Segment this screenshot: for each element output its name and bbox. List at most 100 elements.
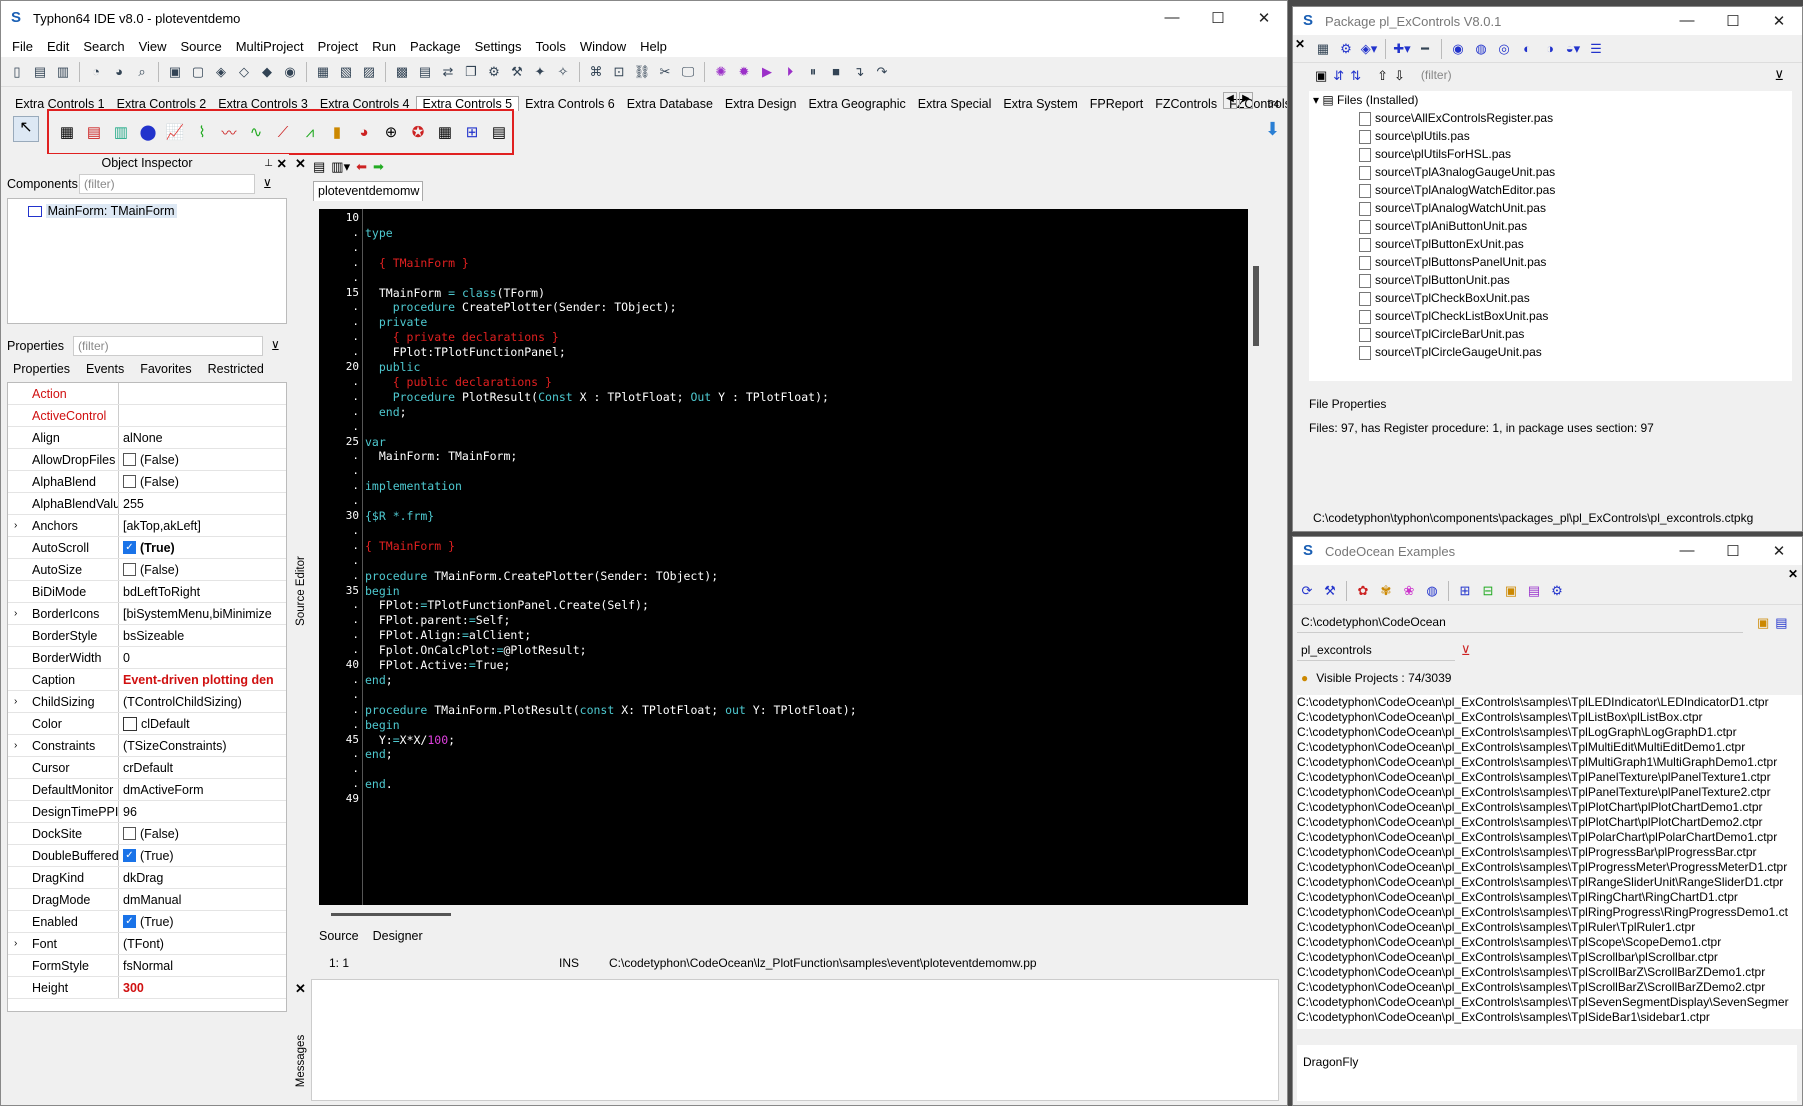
property-value[interactable]: 96 [119,805,137,819]
tab-palette[interactable]: FPReport [1084,97,1150,111]
use-icon[interactable]: ◈▾ [1359,39,1379,59]
view-forms-icon[interactable]: ▤ [415,62,435,82]
menu-tools[interactable]: Tools [529,39,573,54]
new-form-icon[interactable]: ▤ [30,62,50,82]
folder-icon[interactable]: ▣ [1501,581,1521,601]
file-item[interactable]: source\TplCheckBoxUnit.pas [1309,289,1792,307]
project-item[interactable]: C:\codetyphon\CodeOcean\pl_ExControls\sa… [1297,830,1802,845]
open-icon[interactable]: ◔ [86,62,106,82]
multi-graph-icon[interactable]: 〰 [217,120,241,144]
menu-edit[interactable]: Edit [40,39,76,54]
tab-scroll-right-button[interactable]: ▶ [1239,92,1253,109]
messages-pane[interactable] [311,979,1279,1101]
property-row[interactable]: BiDiMode bdLeftToRight [8,581,286,603]
menu-source[interactable]: Source [174,39,229,54]
monitor-icon[interactable]: 🖵 [678,62,698,82]
property-value[interactable]: (False) [119,563,179,577]
clear-filter-icon[interactable]: ⊻ [271,339,280,353]
back-arrow-icon[interactable]: ⬅ [356,159,367,175]
properties-filter-input[interactable]: (filter) [73,336,263,356]
property-value[interactable]: ✓ (True) [119,541,175,555]
project-item[interactable]: C:\codetyphon\CodeOcean\pl_ExControls\sa… [1297,875,1802,890]
forward-arrow-icon[interactable]: ➡ [373,159,384,175]
file-item[interactable]: source\TplAnalogWatchEditor.pas [1309,181,1792,199]
move-down-icon[interactable]: ⇩ [1394,68,1405,84]
property-row[interactable]: DockSite (False) [8,823,286,845]
editor-vscroll-thumb[interactable] [1253,266,1259,346]
palette-grid-icon[interactable]: ⬇ [1265,119,1280,140]
property-row[interactable]: DragMode dmManual [8,889,286,911]
graph-panel-icon[interactable]: ▥ [109,120,133,144]
link-icon[interactable]: ⛓ [632,62,652,82]
file-item[interactable]: source\TplCircleBarUnit.pas [1309,325,1792,343]
tree-item-mainform[interactable]: MainForm: TMainForm [45,204,177,218]
project-item[interactable]: C:\codetyphon\CodeOcean\pl_ExControls\sa… [1297,770,1802,785]
selection-pointer-icon[interactable]: ↖ [13,116,39,142]
property-row[interactable]: › Constraints (TSizeConstraints) [8,735,286,757]
checkbox[interactable] [123,563,136,576]
menu-view[interactable]: View [132,39,174,54]
remote-icon[interactable]: ⌘ [586,62,606,82]
sort-alpha-icon[interactable]: ⇅ [1350,68,1361,84]
property-value[interactable]: fsNormal [119,959,173,973]
property-value[interactable]: (False) [119,827,179,841]
checkbox[interactable]: ✓ [123,849,136,862]
messages-close-icon[interactable]: ✕ [295,981,306,997]
property-value[interactable]: ✓ (True) [119,915,174,929]
tab-palette[interactable]: Extra System [997,97,1083,111]
property-value[interactable]: bdLeftToRight [119,585,200,599]
property-row[interactable]: › Anchors [akTop,akLeft] [8,515,286,537]
expand-icon[interactable]: › [14,938,17,949]
pie-chart-icon[interactable]: ◕ [352,120,376,144]
move-up-icon[interactable]: ⇧ [1377,68,1388,84]
editor-hscroll[interactable] [331,913,451,916]
property-value[interactable]: (False) [119,453,179,467]
minimize-button[interactable]: — [1149,9,1195,27]
radar-chart-icon[interactable]: ✪ [406,120,430,144]
editor-vscroll[interactable] [1251,211,1261,891]
property-value[interactable]: [akTop,akLeft] [119,519,201,533]
project-item[interactable]: C:\codetyphon\CodeOcean\pl_ExControls\sa… [1297,725,1802,740]
compile-icon[interactable]: ⚙ [484,62,504,82]
run-params-icon[interactable]: ⏵ [780,62,800,82]
toggle-form-icon[interactable]: ⇄ [438,62,458,82]
plot-chart-icon[interactable]: ⩘ [298,120,322,144]
project-item[interactable]: C:\codetyphon\CodeOcean\pl_ExControls\sa… [1297,800,1802,815]
property-row[interactable]: Caption Event-driven plotting den [8,669,286,691]
refresh-icon[interactable]: ⟳ [1297,581,1317,601]
save-all-icon[interactable]: ▧ [336,62,356,82]
checkbox[interactable]: ✓ [123,915,136,928]
property-row[interactable]: FormStyle fsNormal [8,955,286,977]
file-item[interactable]: source\TplButtonExUnit.pas [1309,235,1792,253]
property-value[interactable]: dmManual [119,893,181,907]
close-icon[interactable]: ✕ [277,156,287,171]
menu-window[interactable]: Window [573,39,633,54]
build-icon[interactable]: ⚒ [507,62,527,82]
new-unit-icon[interactable]: ▥ [53,62,73,82]
property-row[interactable]: AllowDropFiles (False) [8,449,286,471]
text-chart-icon[interactable]: ▤ [82,120,106,144]
tree-icon[interactable]: ⊞ [1455,581,1475,601]
property-value[interactable]: clDefault [119,716,190,731]
package-open-icon[interactable]: ◆ [257,62,277,82]
tab-source[interactable]: Source [319,929,359,943]
property-value[interactable]: (TControlChildSizing) [119,695,242,709]
property-value[interactable]: crDefault [119,761,173,775]
open-folder-icon[interactable]: ▣ [1315,68,1327,84]
property-value[interactable]: ✓ (True) [119,849,174,863]
expand-icon[interactable]: › [14,696,17,707]
components-filter-input[interactable]: (filter) [79,174,255,194]
codeocean-path-input[interactable]: C:\codetyphon\CodeOcean [1297,613,1743,633]
close-file-icon[interactable]: ▨ [359,62,379,82]
tab-properties[interactable]: Properties [13,362,70,378]
menu-package[interactable]: Package [403,39,468,54]
property-value[interactable]: [biSystemMenu,biMinimize [119,607,272,621]
view-units-icon[interactable]: ▩ [392,62,412,82]
file-item[interactable]: source\TplButtonUnit.pas [1309,271,1792,289]
maximize-button[interactable]: ☐ [1710,12,1756,30]
property-row[interactable]: DragKind dkDrag [8,867,286,889]
project-item[interactable]: C:\codetyphon\CodeOcean\pl_ExControls\sa… [1297,740,1802,755]
clear-filter-icon[interactable]: ⊻ [1774,68,1784,84]
menu-help[interactable]: Help [633,39,674,54]
editor-dropdown-icon[interactable]: ▥▾ [331,159,350,175]
